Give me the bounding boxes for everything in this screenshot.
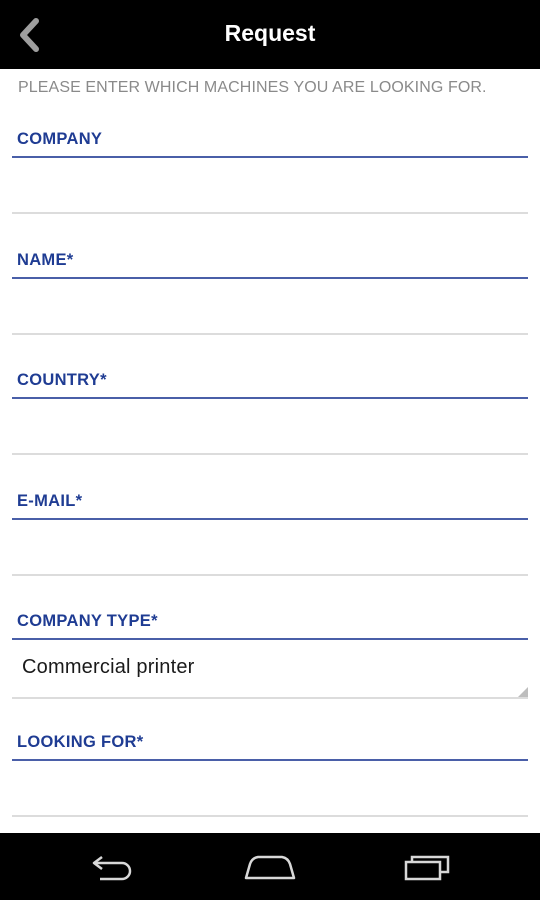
country-field: COUNTRY* [0, 371, 540, 491]
company-input[interactable] [12, 162, 528, 214]
company-field: COMPANY [0, 130, 540, 250]
email-label: E-MAIL* [17, 492, 83, 510]
name-field: NAME* [0, 251, 540, 371]
name-input[interactable] [12, 283, 528, 335]
email-input[interactable] [12, 524, 528, 576]
back-arrow-icon [92, 856, 132, 881]
looking-for-label: LOOKING FOR* [17, 733, 144, 751]
label-divider [12, 759, 528, 761]
page-title: Request [224, 20, 316, 46]
label-divider [12, 277, 528, 279]
label-divider [12, 638, 528, 640]
name-label: NAME* [17, 251, 74, 269]
company-type-select[interactable]: Commercial printer [12, 645, 528, 699]
nav-home-button[interactable] [240, 847, 300, 887]
app-bar: Request [0, 0, 540, 69]
email-field: E-MAIL* [0, 492, 540, 612]
system-nav-bar [0, 833, 540, 900]
company-type-field: COMPANY TYPE* Commercial printer [0, 612, 540, 732]
company-type-label: COMPANY TYPE* [17, 612, 158, 630]
home-icon [244, 855, 296, 880]
dropdown-corner-icon [518, 687, 528, 697]
company-type-value: Commercial printer [22, 656, 195, 678]
company-label: COMPANY [17, 130, 103, 148]
label-divider [12, 518, 528, 520]
intro-text: PLEASE ENTER WHICH MACHINES YOU ARE LOOK… [18, 79, 487, 96]
nav-back-button[interactable] [83, 847, 143, 887]
label-divider [12, 397, 528, 399]
nav-recents-button[interactable] [398, 847, 458, 887]
recent-apps-icon [404, 855, 450, 881]
looking-for-input[interactable] [12, 765, 528, 817]
country-label: COUNTRY* [17, 371, 107, 389]
label-divider [12, 156, 528, 158]
country-input[interactable] [12, 403, 528, 455]
